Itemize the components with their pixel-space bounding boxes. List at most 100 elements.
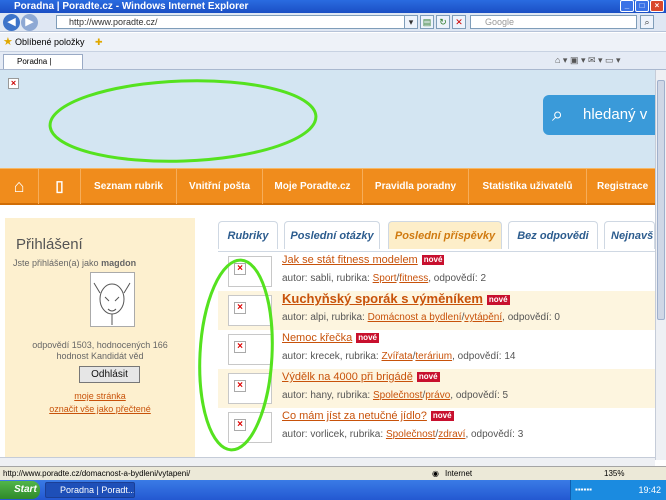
post-subcategory-link[interactable]: terárium: [415, 351, 452, 362]
back-button[interactable]: ◀: [3, 14, 20, 31]
vertical-scrollbar[interactable]: [655, 70, 666, 460]
menu-item-pravidla[interactable]: Pravidla poradny: [362, 169, 468, 204]
tab-posledni-otazky[interactable]: Poslední otázky: [284, 221, 380, 249]
window-title-bar: Poradna | Poradte.cz - Windows Internet …: [0, 0, 666, 13]
my-page-link[interactable]: moje stránka: [74, 391, 126, 401]
magnifier-icon: ⌕: [552, 104, 564, 126]
post-subcategory-link[interactable]: právo: [425, 390, 450, 401]
tab-rubriky[interactable]: Rubriky: [218, 221, 278, 249]
search-placeholder: Google: [485, 17, 515, 27]
post-category-link[interactable]: Sport: [373, 273, 397, 284]
zoom-level[interactable]: 135%: [604, 467, 624, 480]
menu-item-seznam-rubrik[interactable]: Seznam rubrik: [80, 169, 176, 204]
post-thumbnail[interactable]: ×: [228, 295, 272, 326]
taskbar: Start Poradna | Poradt... ▪▪▪▪▪▪ 19:42: [0, 480, 666, 500]
forward-button[interactable]: ▶: [21, 14, 38, 31]
close-window-button[interactable]: ×: [650, 0, 664, 12]
avatar[interactable]: [90, 272, 135, 327]
post-category-link[interactable]: Společnost: [373, 390, 422, 401]
horizontal-scrollbar[interactable]: [0, 457, 655, 466]
list-item: × Kuchyňský sporák s výměníkem nové autor…: [218, 291, 655, 330]
stats-rank: hodnost Kandidát věd: [56, 351, 144, 361]
browser-tab[interactable]: Poradna | Poradte.cz: [3, 54, 83, 80]
status-zone: Internet: [445, 469, 473, 478]
mark-all-read-link[interactable]: označit vše jako přečtené: [49, 404, 151, 414]
tab-posledni-prispevky[interactable]: Poslední příspěvky: [388, 221, 502, 249]
post-thumbnail[interactable]: ×: [228, 256, 272, 287]
post-title-link[interactable]: Jak se stát fitness modelem nové: [282, 254, 445, 266]
tab-bez-odpovedi[interactable]: Bez odpovědi: [508, 221, 598, 249]
my-page-link-wrap: moje stránka: [5, 390, 195, 402]
start-button[interactable]: Start: [0, 481, 40, 499]
address-dropdown-icon[interactable]: ▾: [404, 15, 418, 29]
compatibility-icon[interactable]: ▤: [420, 15, 434, 29]
post-title-link[interactable]: Kuchyňský sporák s výměníkem nové: [282, 291, 510, 306]
page-viewport: × ⌕ hledaný v ⌂ ▯ Seznam rubrik Vnitřní …: [0, 70, 655, 460]
post-category-link[interactable]: Domácnost a bydlení: [368, 312, 462, 323]
browser-tab-bar: Poradna | Poradte.cz ⌂ ▾ ▣ ▾ ✉ ▾ ▭ ▾: [0, 52, 666, 80]
search-input[interactable]: Google: [470, 15, 637, 29]
scrollbar-thumb[interactable]: [657, 80, 665, 320]
post-subcategory-link[interactable]: vytápění: [464, 312, 502, 323]
list-item: × Co mám jíst za netučné jídlo? nové auto…: [218, 408, 655, 447]
address-text: http://www.poradte.cz/: [69, 17, 158, 27]
new-badge: nové: [421, 255, 445, 266]
search-icon[interactable]: ⌕: [640, 15, 654, 29]
login-status: Jste přihlášen(a) jako magdon: [13, 258, 136, 268]
post-meta: autor: vorlicek, rubrika: Společnost/zdr…: [282, 429, 524, 440]
post-meta: autor: krecek, rubrika: Zvířata/terárium…: [282, 351, 516, 362]
site-search-label: hledaný v: [583, 106, 648, 123]
post-subcategory-link[interactable]: zdraví: [438, 429, 465, 440]
post-category-link[interactable]: Zvířata: [382, 351, 413, 362]
post-thumbnail[interactable]: ×: [228, 373, 272, 404]
broken-image-icon: ×: [8, 78, 19, 89]
clock: 19:42: [638, 485, 661, 495]
tray-icons[interactable]: ▪▪▪▪▪▪: [571, 480, 592, 500]
site-search-button[interactable]: ⌕ hledaný v: [543, 95, 655, 135]
refresh-icon[interactable]: ↻: [436, 15, 450, 29]
tab-nejnavstevovanejsi[interactable]: Nejnavš: [604, 221, 655, 249]
post-answers: , odpovědí: 2: [428, 273, 487, 284]
taskbar-window-label: Poradna | Poradt...: [60, 485, 135, 495]
maximize-button[interactable]: □: [635, 0, 649, 12]
avatar-drawing-icon: [93, 282, 131, 325]
login-title: Přihlášení: [16, 236, 83, 253]
login-username: magdon: [101, 258, 137, 268]
home-icon[interactable]: ⌂: [0, 169, 38, 204]
system-tray: ▪▪▪▪▪▪ 19:42: [570, 480, 666, 500]
post-title: Jak se stát fitness modelem: [282, 254, 418, 266]
command-bar-icons[interactable]: ⌂ ▾ ▣ ▾ ✉ ▾ ▭ ▾: [555, 55, 621, 66]
main-menu: ⌂ ▯ Seznam rubrik Vnitřní pošta Moje Por…: [0, 168, 655, 205]
mobile-icon[interactable]: ▯: [38, 169, 80, 204]
menu-item-registrace[interactable]: Registrace: [586, 169, 655, 204]
content-tabs: Rubriky Poslední otázky Poslední příspěv…: [218, 221, 655, 251]
post-title-link[interactable]: Nemoc křečka nové: [282, 332, 379, 344]
post-thumbnail[interactable]: ×: [228, 334, 272, 365]
favorites-star-icon[interactable]: ★: [3, 33, 13, 52]
post-author: autor: krecek, rubrika:: [282, 351, 379, 362]
post-category-link[interactable]: Společnost: [386, 429, 435, 440]
menu-item-statistika[interactable]: Statistika uživatelů: [468, 169, 586, 204]
favorites-label[interactable]: Oblíbené položky: [15, 33, 85, 52]
status-url: http://www.poradte.cz/domacnost-a-bydlen…: [3, 469, 191, 478]
post-answers: , odpovědí: 3: [465, 429, 524, 440]
taskbar-window-button[interactable]: Poradna | Poradt...: [45, 482, 135, 498]
post-subcategory-link[interactable]: fitness: [399, 273, 428, 284]
window-title: Poradna | Poradte.cz - Windows Internet …: [14, 1, 249, 12]
broken-image-icon: ×: [234, 263, 246, 275]
logout-button[interactable]: Odhlásit: [79, 366, 140, 383]
post-author: autor: vorlicek, rubrika:: [282, 429, 384, 440]
post-thumbnail[interactable]: ×: [228, 412, 272, 443]
address-bar[interactable]: http://www.poradte.cz/: [56, 15, 414, 29]
login-stats: odpovědí 1503, hodnocených 166 hodnost K…: [15, 340, 185, 362]
post-title-link[interactable]: Co mám jíst za netučné jídlo? nové: [282, 410, 454, 422]
post-answers: , odpovědí: 0: [502, 312, 560, 323]
minimize-button[interactable]: _: [620, 0, 634, 12]
broken-image-icon: ×: [234, 302, 246, 314]
menu-item-vnitrni-posta[interactable]: Vnitřní pošta: [176, 169, 262, 204]
stop-icon[interactable]: ✕: [452, 15, 466, 29]
menu-item-moje-poradte[interactable]: Moje Poradte.cz: [262, 169, 362, 204]
post-title-link[interactable]: Výdělk na 4000 při brigádě nové: [282, 371, 440, 383]
add-favorite-icon[interactable]: ✚: [95, 33, 103, 52]
new-badge: nové: [416, 372, 440, 383]
